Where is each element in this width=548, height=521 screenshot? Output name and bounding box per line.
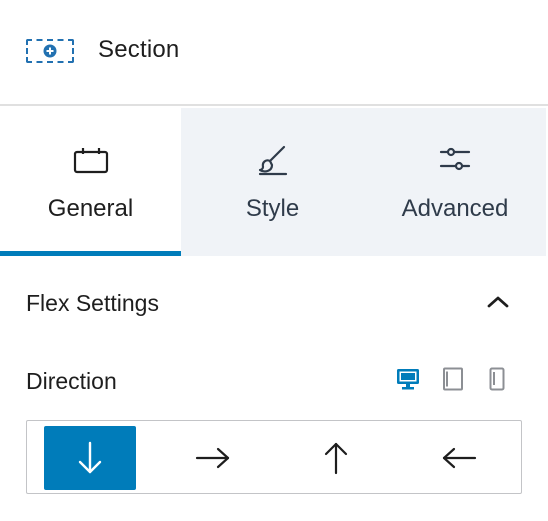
- block-title: Section: [98, 36, 180, 63]
- inspector-tabs: General Style Advanced: [0, 108, 548, 256]
- tab-general[interactable]: General: [0, 108, 181, 256]
- tab-general-label: General: [47, 195, 134, 222]
- tablet-icon[interactable]: [441, 367, 465, 391]
- arrow-down-icon: [78, 441, 102, 474]
- desktop-icon[interactable]: [396, 367, 420, 391]
- section-plus-icon: [26, 39, 74, 63]
- mobile-icon[interactable]: [485, 367, 509, 391]
- arrow-left-icon: [442, 447, 477, 469]
- direction-button-group: [26, 420, 522, 494]
- tab-advanced[interactable]: Advanced: [364, 108, 546, 256]
- direction-row-reverse-button[interactable]: [413, 426, 505, 490]
- arrow-up-icon: [324, 442, 348, 475]
- brush-icon: [253, 144, 293, 176]
- direction-column-reverse-button[interactable]: [290, 426, 382, 490]
- general-icon: [71, 144, 111, 176]
- arrow-right-icon: [195, 447, 230, 469]
- panel-title: Flex Settings: [26, 290, 159, 316]
- tab-style-label: Style: [245, 195, 300, 222]
- sliders-icon: [435, 144, 475, 176]
- direction-column-button[interactable]: [44, 426, 136, 490]
- tab-style[interactable]: Style: [181, 108, 364, 256]
- block-header: Section: [0, 0, 548, 106]
- tab-advanced-label: Advanced: [401, 195, 509, 222]
- direction-row-button[interactable]: [167, 426, 259, 490]
- direction-label: Direction: [26, 368, 117, 394]
- chevron-up-icon[interactable]: [484, 290, 512, 314]
